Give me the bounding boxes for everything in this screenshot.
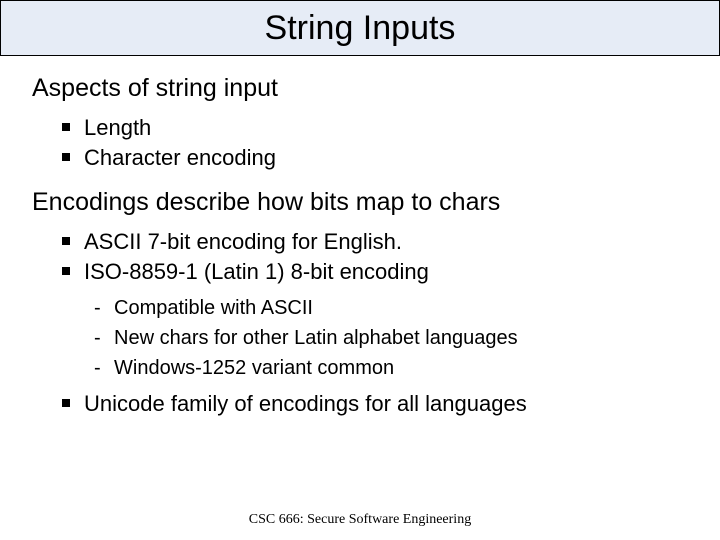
- section-heading: Aspects of string input: [32, 74, 688, 103]
- slide-title: String Inputs: [265, 9, 456, 48]
- list-item: ISO-8859-1 (Latin 1) 8-bit encoding: [62, 257, 688, 287]
- sub-list: Compatible with ASCII New chars for othe…: [32, 293, 688, 383]
- list-item: Compatible with ASCII: [94, 293, 688, 323]
- title-bar: String Inputs: [0, 0, 720, 56]
- slide-footer: CSC 666: Secure Software Engineering: [0, 512, 720, 528]
- section-heading: Encodings describe how bits map to chars: [32, 188, 688, 217]
- list-item: Length: [62, 113, 688, 143]
- bullet-list: Unicode family of encodings for all lang…: [32, 389, 688, 419]
- slide-content: Aspects of string input Length Character…: [0, 56, 720, 418]
- list-item: New chars for other Latin alphabet langu…: [94, 323, 688, 353]
- list-item: Character encoding: [62, 143, 688, 173]
- list-item: Unicode family of encodings for all lang…: [62, 389, 688, 419]
- list-item: Windows-1252 variant common: [94, 353, 688, 383]
- bullet-list: Length Character encoding: [32, 113, 688, 172]
- list-item: ASCII 7-bit encoding for English.: [62, 227, 688, 257]
- bullet-list: ASCII 7-bit encoding for English. ISO-88…: [32, 227, 688, 286]
